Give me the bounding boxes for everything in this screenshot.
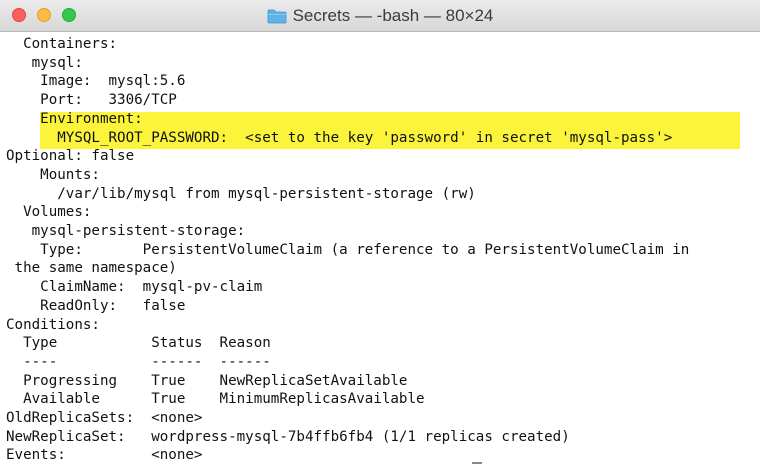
terminal-line: mysql: — [6, 54, 83, 71]
window-title-container: Secrets — -bash — 80×24 — [0, 0, 760, 32]
terminal-line: ReadOnly: false — [6, 297, 186, 314]
terminal-line: Progressing True NewReplicaSetAvailable — [6, 372, 408, 389]
terminal-line: Type Status Reason — [6, 335, 271, 352]
terminal-line: ---- ------ ------ — [6, 353, 271, 370]
folder-icon — [267, 8, 287, 24]
terminal-line: Port: 3306/TCP — [6, 92, 177, 109]
title-bar[interactable]: Secrets — -bash — 80×24 — [0, 0, 760, 32]
terminal-line: Events: <none> — [6, 447, 203, 464]
terminal-line: Optional: false — [6, 148, 135, 165]
terminal-line: the same namespace) — [6, 260, 177, 277]
terminal-line: Conditions: — [6, 316, 100, 333]
terminal-cursor — [472, 462, 482, 464]
terminal-line: Volumes: — [6, 204, 92, 221]
terminal-output[interactable]: Containers: mysql: Image: mysql:5.6 Port… — [0, 32, 760, 466]
terminal-line: Mounts: — [6, 166, 100, 183]
terminal-line: /var/lib/mysql from mysql-persistent-sto… — [6, 185, 476, 202]
terminal-line: Containers: — [6, 36, 118, 52]
terminal-line: MYSQL_ROOT_PASSWORD: <set to the key 'pa… — [6, 129, 673, 146]
terminal-line: Available True MinimumReplicasAvailable — [6, 391, 425, 408]
window-title: Secrets — -bash — 80×24 — [292, 6, 494, 25]
terminal-window: Secrets — -bash — 80×24 Containers: mysq… — [0, 0, 760, 466]
terminal-line: Image: mysql:5.6 — [6, 73, 186, 90]
terminal-line: ClaimName: mysql-pv-claim — [6, 279, 263, 296]
terminal-line: mysql-persistent-storage: — [6, 223, 246, 239]
terminal-line: NewReplicaSet: wordpress-mysql-7b4ffb6fb… — [6, 428, 570, 445]
terminal-line: Environment: — [6, 110, 143, 127]
terminal-line: OldReplicaSets: <none> — [6, 410, 203, 426]
terminal-line: Type: PersistentVolumeClaim (a reference… — [6, 241, 690, 258]
